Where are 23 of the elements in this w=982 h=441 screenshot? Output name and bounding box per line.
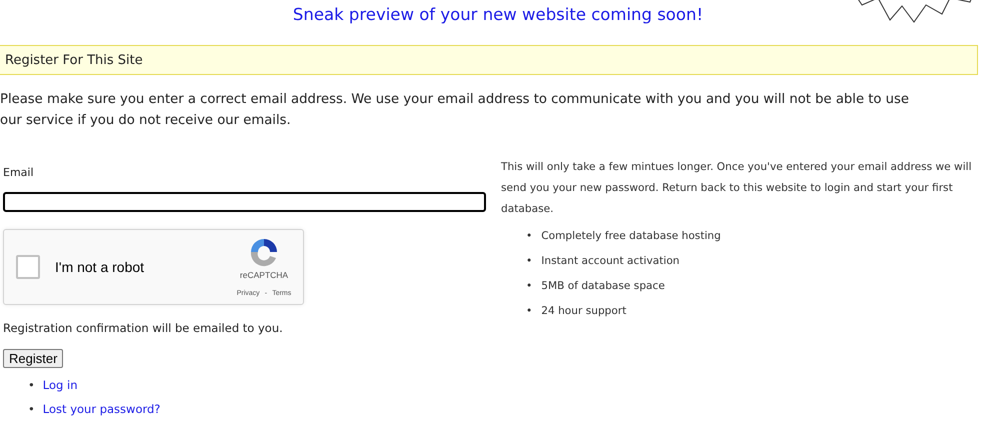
bullet: • [526,255,532,269]
email-label: Email [3,166,35,179]
bullet: • [28,402,35,416]
account-link[interactable]: Log in [42,378,78,392]
feature-item: 5MB of database space [541,280,665,294]
bullet: • [526,305,532,319]
intro-paragraph: Please make sure you enter a correct email address. We use your email address to communicate with you and you will not be able to use our service if you do not receive our emails. [0,91,910,130]
bullet: • [526,280,532,294]
register-button[interactable]: Register [3,349,64,368]
feature-item: 24 hour support [541,305,626,319]
confirmation-text: Registration confirmation will be emailed to you. [3,321,284,335]
email-input[interactable] [3,192,486,212]
info-paragraph: This will only take a few mintues longer. Once you've entered your email address we will send you your new password. Return back to this website to login and start your first database. [500,160,973,217]
headline: Sneak preview of your new website coming soon! [292,5,704,24]
banner-title: Register For This Site [5,52,143,68]
captcha-label: I'm not a robot [55,259,146,275]
feature-item: Completely free database hosting [541,230,721,244]
feature-item: Instant account activation [541,255,680,269]
captcha-checkbox[interactable] [16,255,40,279]
account-link[interactable]: Lost your password? [42,402,160,416]
recaptcha-brand: reCAPTCHA [240,270,288,280]
bullet: • [28,378,35,392]
bullet: • [526,230,532,244]
